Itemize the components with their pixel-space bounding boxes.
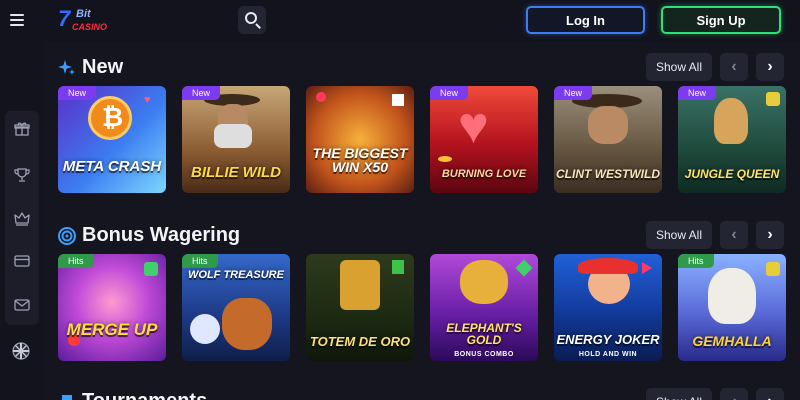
game-title: ELEPHANT'S GOLD bbox=[446, 320, 522, 348]
sidebar-menu bbox=[5, 111, 39, 325]
game-title: META CRASH bbox=[62, 158, 162, 176]
game-card-clint-westwild[interactable]: New CLINT WESTWILD bbox=[554, 86, 662, 193]
crown-icon[interactable] bbox=[14, 211, 30, 227]
game-title: JUNGLE QUEEN bbox=[684, 167, 780, 182]
show-all-button[interactable]: Show All bbox=[646, 53, 712, 81]
game-title: MERGE UP bbox=[66, 320, 158, 340]
badge-hits: Hits bbox=[678, 254, 714, 268]
game-card-elephants-gold[interactable]: ELEPHANT'S GOLD BONUS COMBO bbox=[430, 254, 538, 361]
game-card-gemhalla[interactable]: Hits GEMHALLA bbox=[678, 254, 786, 361]
section-title: Tournaments bbox=[82, 390, 207, 400]
prev-button[interactable]: ‹ bbox=[720, 53, 748, 81]
game-card-wolf-treasure[interactable]: Hits WOLF TREASURE bbox=[182, 254, 290, 361]
game-title: BURNING LOVE bbox=[441, 168, 527, 181]
chevron-right-icon: › bbox=[767, 226, 773, 243]
game-card-totem-de-oro[interactable]: TOTEM DE ORO bbox=[306, 254, 414, 361]
logo[interactable]: 7 Bit CASINO bbox=[58, 6, 110, 36]
badge-new: New bbox=[182, 86, 221, 100]
section-title: Bonus Wagering bbox=[82, 224, 241, 246]
chevron-left-icon: ‹ bbox=[731, 226, 737, 243]
badge-new: New bbox=[430, 86, 469, 100]
trophy-icon bbox=[62, 395, 72, 400]
logo-casino: CASINO bbox=[72, 22, 108, 32]
badge-new: New bbox=[58, 86, 97, 100]
badge-new: New bbox=[678, 86, 717, 100]
game-title: ENERGY JOKER bbox=[556, 332, 660, 348]
casino-app: 7 Bit CASINO Log In Sign Up New Show All… bbox=[0, 0, 800, 400]
prev-button[interactable]: ‹ bbox=[720, 388, 748, 400]
game-title: BILLIE WILD bbox=[191, 164, 281, 182]
chevron-right-icon: › bbox=[767, 394, 772, 400]
uk-flag-icon[interactable] bbox=[12, 342, 30, 360]
game-card-jungle-queen[interactable]: New JUNGLE QUEEN bbox=[678, 86, 786, 193]
game-title: GEMHALLA bbox=[692, 333, 772, 350]
next-button[interactable]: › bbox=[756, 221, 784, 249]
badge-hits: Hits bbox=[182, 254, 218, 268]
signup-button[interactable]: Sign Up bbox=[661, 6, 781, 34]
sidebar bbox=[0, 42, 44, 400]
menu-icon[interactable] bbox=[10, 11, 30, 29]
game-card-billie-wild[interactable]: New BILLIE WILD bbox=[182, 86, 290, 193]
next-button[interactable]: › bbox=[756, 53, 784, 81]
login-button[interactable]: Log In bbox=[526, 6, 645, 34]
show-all-button[interactable]: Show All bbox=[646, 388, 712, 400]
chevron-left-icon: ‹ bbox=[731, 394, 736, 400]
badge-new: New bbox=[554, 86, 593, 100]
target-icon bbox=[58, 227, 76, 245]
search-icon[interactable] bbox=[238, 6, 266, 34]
game-card-burning-love[interactable]: ♥ New BURNING LOVE bbox=[430, 86, 538, 193]
game-card-energy-joker[interactable]: ENERGY JOKER HOLD AND WIN bbox=[554, 254, 662, 361]
sparkle-icon bbox=[58, 60, 75, 75]
game-card-meta-crash[interactable]: ₿ ♥ New META CRASH bbox=[58, 86, 166, 193]
game-title: TOTEM DE ORO bbox=[309, 334, 411, 350]
game-title: WOLF TREASURE bbox=[188, 269, 284, 281]
badge-hits: Hits bbox=[58, 254, 94, 268]
mail-icon[interactable] bbox=[14, 297, 30, 313]
game-subtitle: BONUS COMBO bbox=[454, 351, 514, 358]
trophy-icon[interactable] bbox=[14, 167, 30, 183]
game-title: THE BIGGEST WIN X50 bbox=[312, 144, 408, 176]
game-subtitle: HOLD AND WIN bbox=[578, 351, 638, 358]
chevron-right-icon: › bbox=[767, 58, 773, 75]
show-all-button[interactable]: Show All bbox=[646, 221, 712, 249]
gift-icon[interactable] bbox=[14, 121, 30, 137]
game-card-the-biggest-win-x50[interactable]: THE BIGGEST WIN X50 bbox=[306, 86, 414, 193]
game-card-merge-up[interactable]: Hits MERGE UP bbox=[58, 254, 166, 361]
section-title: New bbox=[82, 56, 124, 78]
logo-word: Bit bbox=[76, 8, 91, 20]
logo-number: 7 bbox=[58, 6, 70, 31]
game-title: CLINT WESTWILD bbox=[556, 167, 660, 182]
next-button[interactable]: › bbox=[756, 388, 784, 400]
card-icon[interactable] bbox=[14, 253, 30, 269]
prev-button[interactable]: ‹ bbox=[720, 221, 748, 249]
chevron-left-icon: ‹ bbox=[731, 58, 737, 75]
top-bar: 7 Bit CASINO Log In Sign Up bbox=[0, 0, 800, 42]
